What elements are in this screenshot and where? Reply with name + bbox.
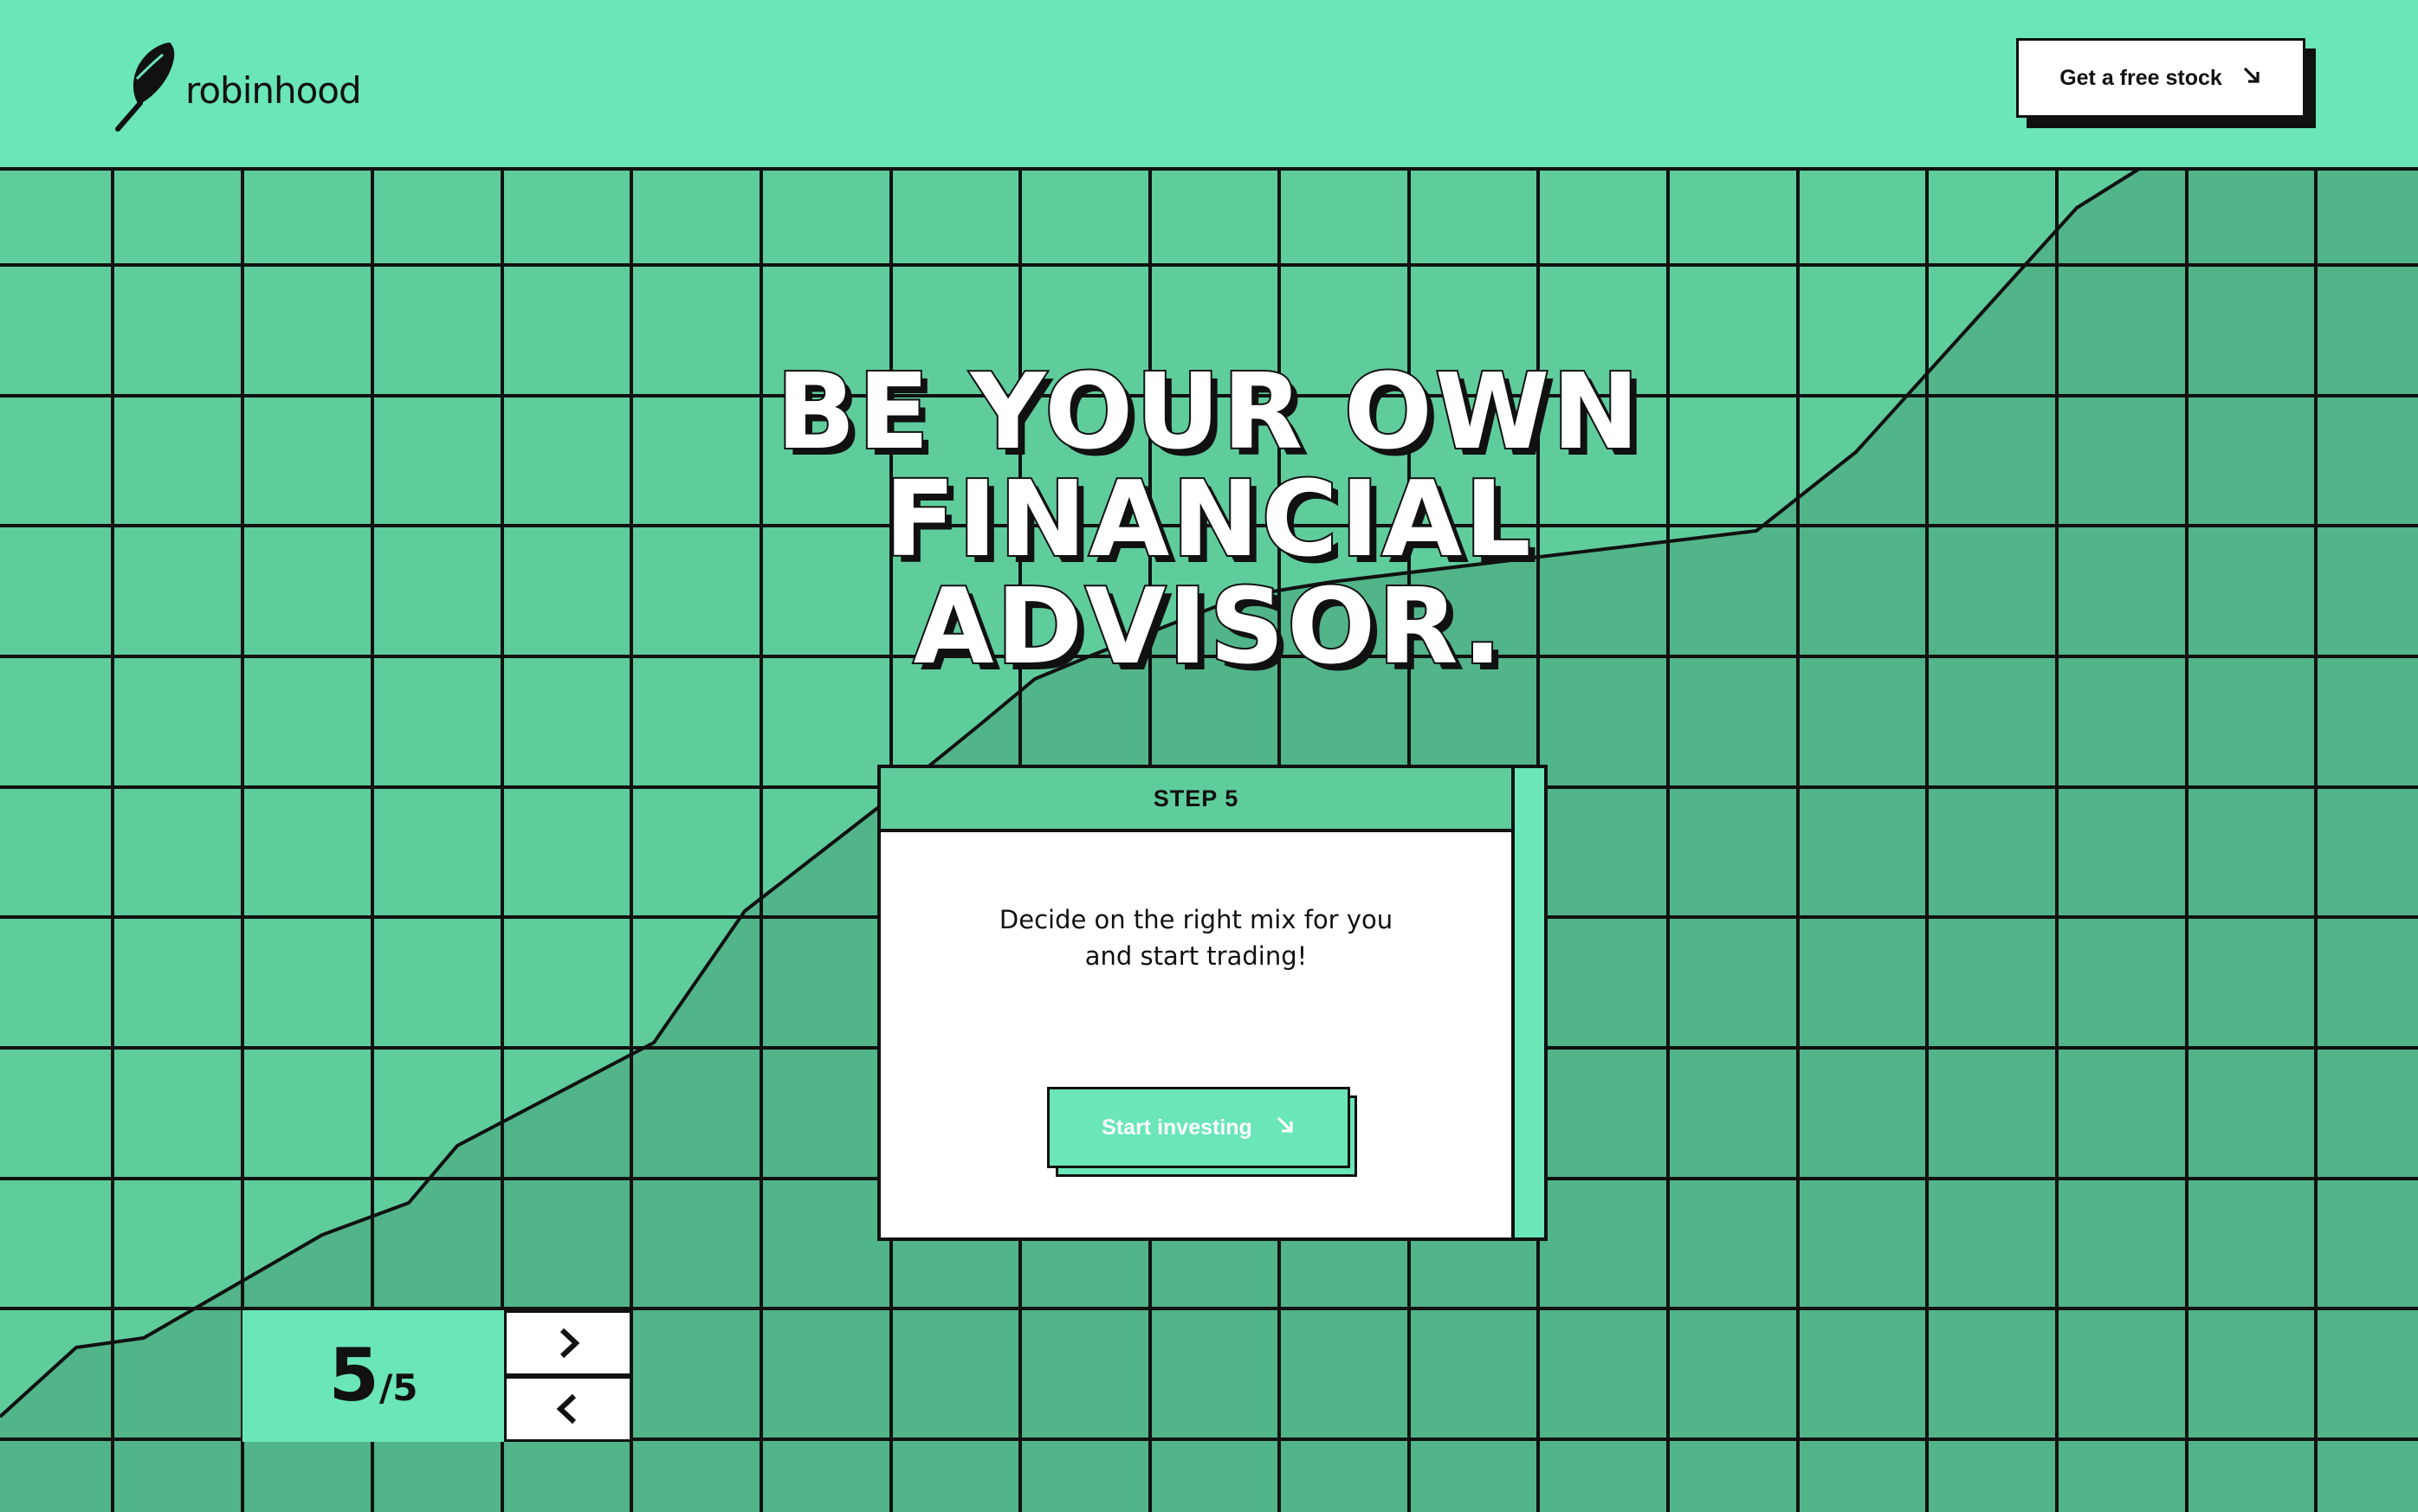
current-slide-number: 5 bbox=[328, 1333, 379, 1418]
total-slides: /5 bbox=[378, 1367, 418, 1409]
step-description: Decide on the right mix for you and star… bbox=[881, 901, 1511, 974]
brand-name: robinhood bbox=[185, 68, 362, 112]
slide-pager: 5 /5 bbox=[242, 1310, 632, 1442]
brand-logo[interactable]: robinhood bbox=[114, 38, 362, 133]
card-side-bar bbox=[1511, 765, 1548, 1241]
previous-slide-button[interactable] bbox=[504, 1376, 632, 1442]
chevron-right-icon bbox=[559, 1328, 580, 1359]
hero-line-3: ADVISOR. bbox=[912, 567, 1505, 688]
get-free-stock-label: Get a free stock bbox=[2059, 65, 2222, 90]
background-grid-chart bbox=[0, 167, 2418, 1512]
hero-line-1: BE YOUR OWN bbox=[774, 352, 1642, 473]
slide-counter: 5 /5 bbox=[242, 1310, 504, 1442]
start-investing-label: Start investing bbox=[1102, 1115, 1252, 1140]
chevron-left-icon bbox=[556, 1393, 577, 1425]
hero-line-2: FINANCIAL bbox=[883, 460, 1534, 580]
arrow-down-right-icon bbox=[2241, 65, 2262, 92]
step-card-body: Decide on the right mix for you and star… bbox=[877, 829, 1515, 1241]
start-investing-button[interactable]: Start investing bbox=[1047, 1087, 1350, 1168]
start-investing-button-wrap: Start investing bbox=[1047, 1087, 1364, 1180]
get-free-stock-button[interactable]: Get a free stock bbox=[2016, 38, 2305, 118]
step-card-header: STEP 5 bbox=[877, 765, 1515, 832]
step-description-line-2: and start trading! bbox=[1084, 941, 1308, 971]
feather-logo-icon bbox=[115, 42, 175, 132]
arrow-down-right-icon bbox=[1275, 1115, 1296, 1141]
get-free-stock-button-wrap: Get a free stock bbox=[2016, 38, 2316, 128]
site-header: robinhood Get a free stock bbox=[0, 0, 2418, 171]
hero-headline: BE YOUR OWN FINANCIAL ADVISOR. bbox=[0, 352, 2418, 688]
step-description-line-1: Decide on the right mix for you bbox=[999, 905, 1393, 934]
step-label: STEP 5 bbox=[1153, 785, 1239, 811]
step-card: Decide on the right mix for you and star… bbox=[877, 765, 1548, 1241]
next-slide-button[interactable] bbox=[504, 1310, 632, 1376]
